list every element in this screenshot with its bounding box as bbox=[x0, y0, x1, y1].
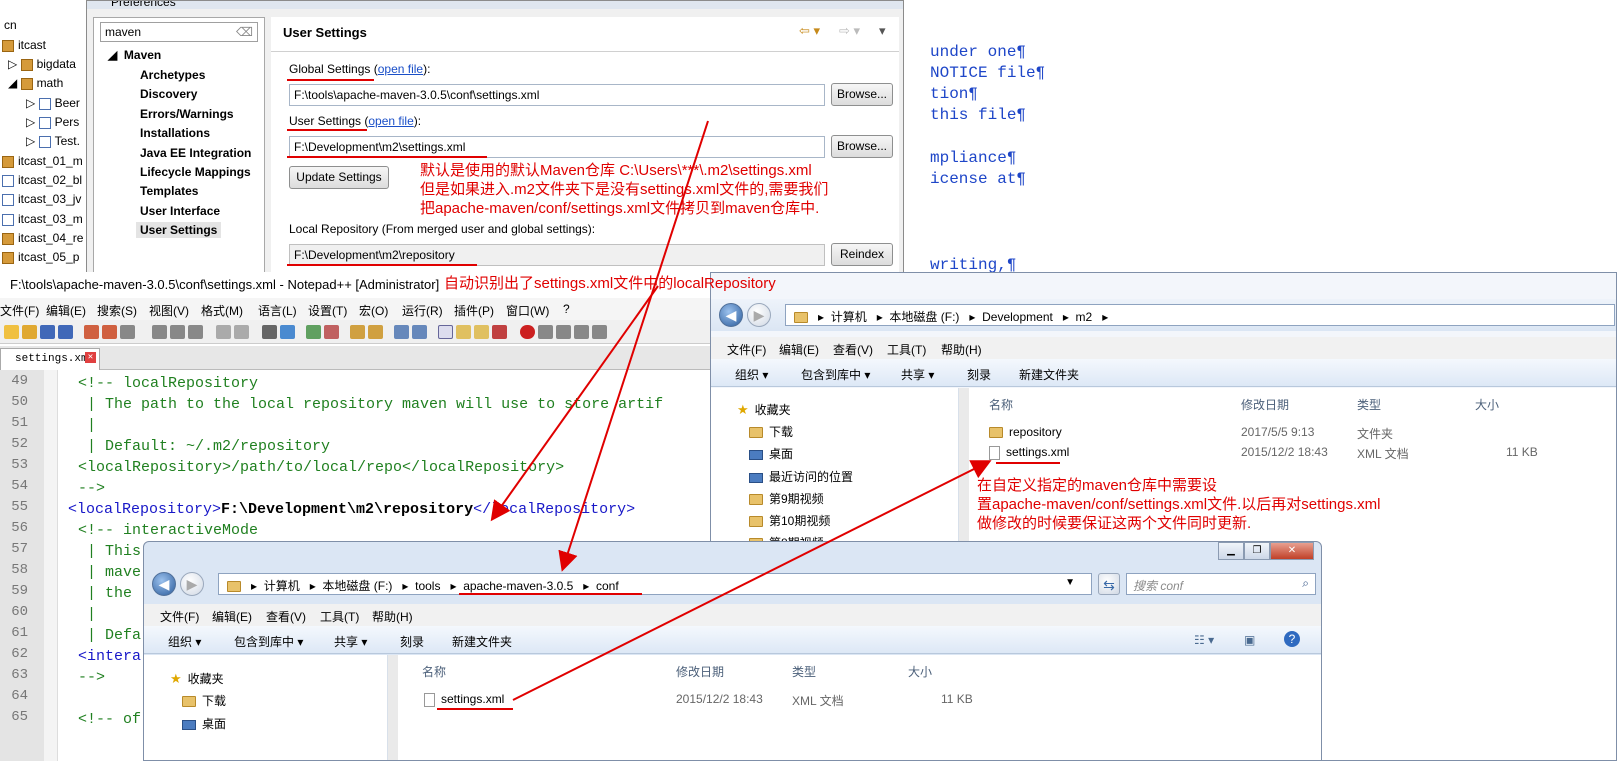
arrow-to-local-repo bbox=[490, 285, 659, 522]
arrow-to-conf bbox=[558, 120, 709, 572]
arrow-to-m2 bbox=[512, 460, 992, 701]
annotation-arrows bbox=[490, 120, 992, 701]
